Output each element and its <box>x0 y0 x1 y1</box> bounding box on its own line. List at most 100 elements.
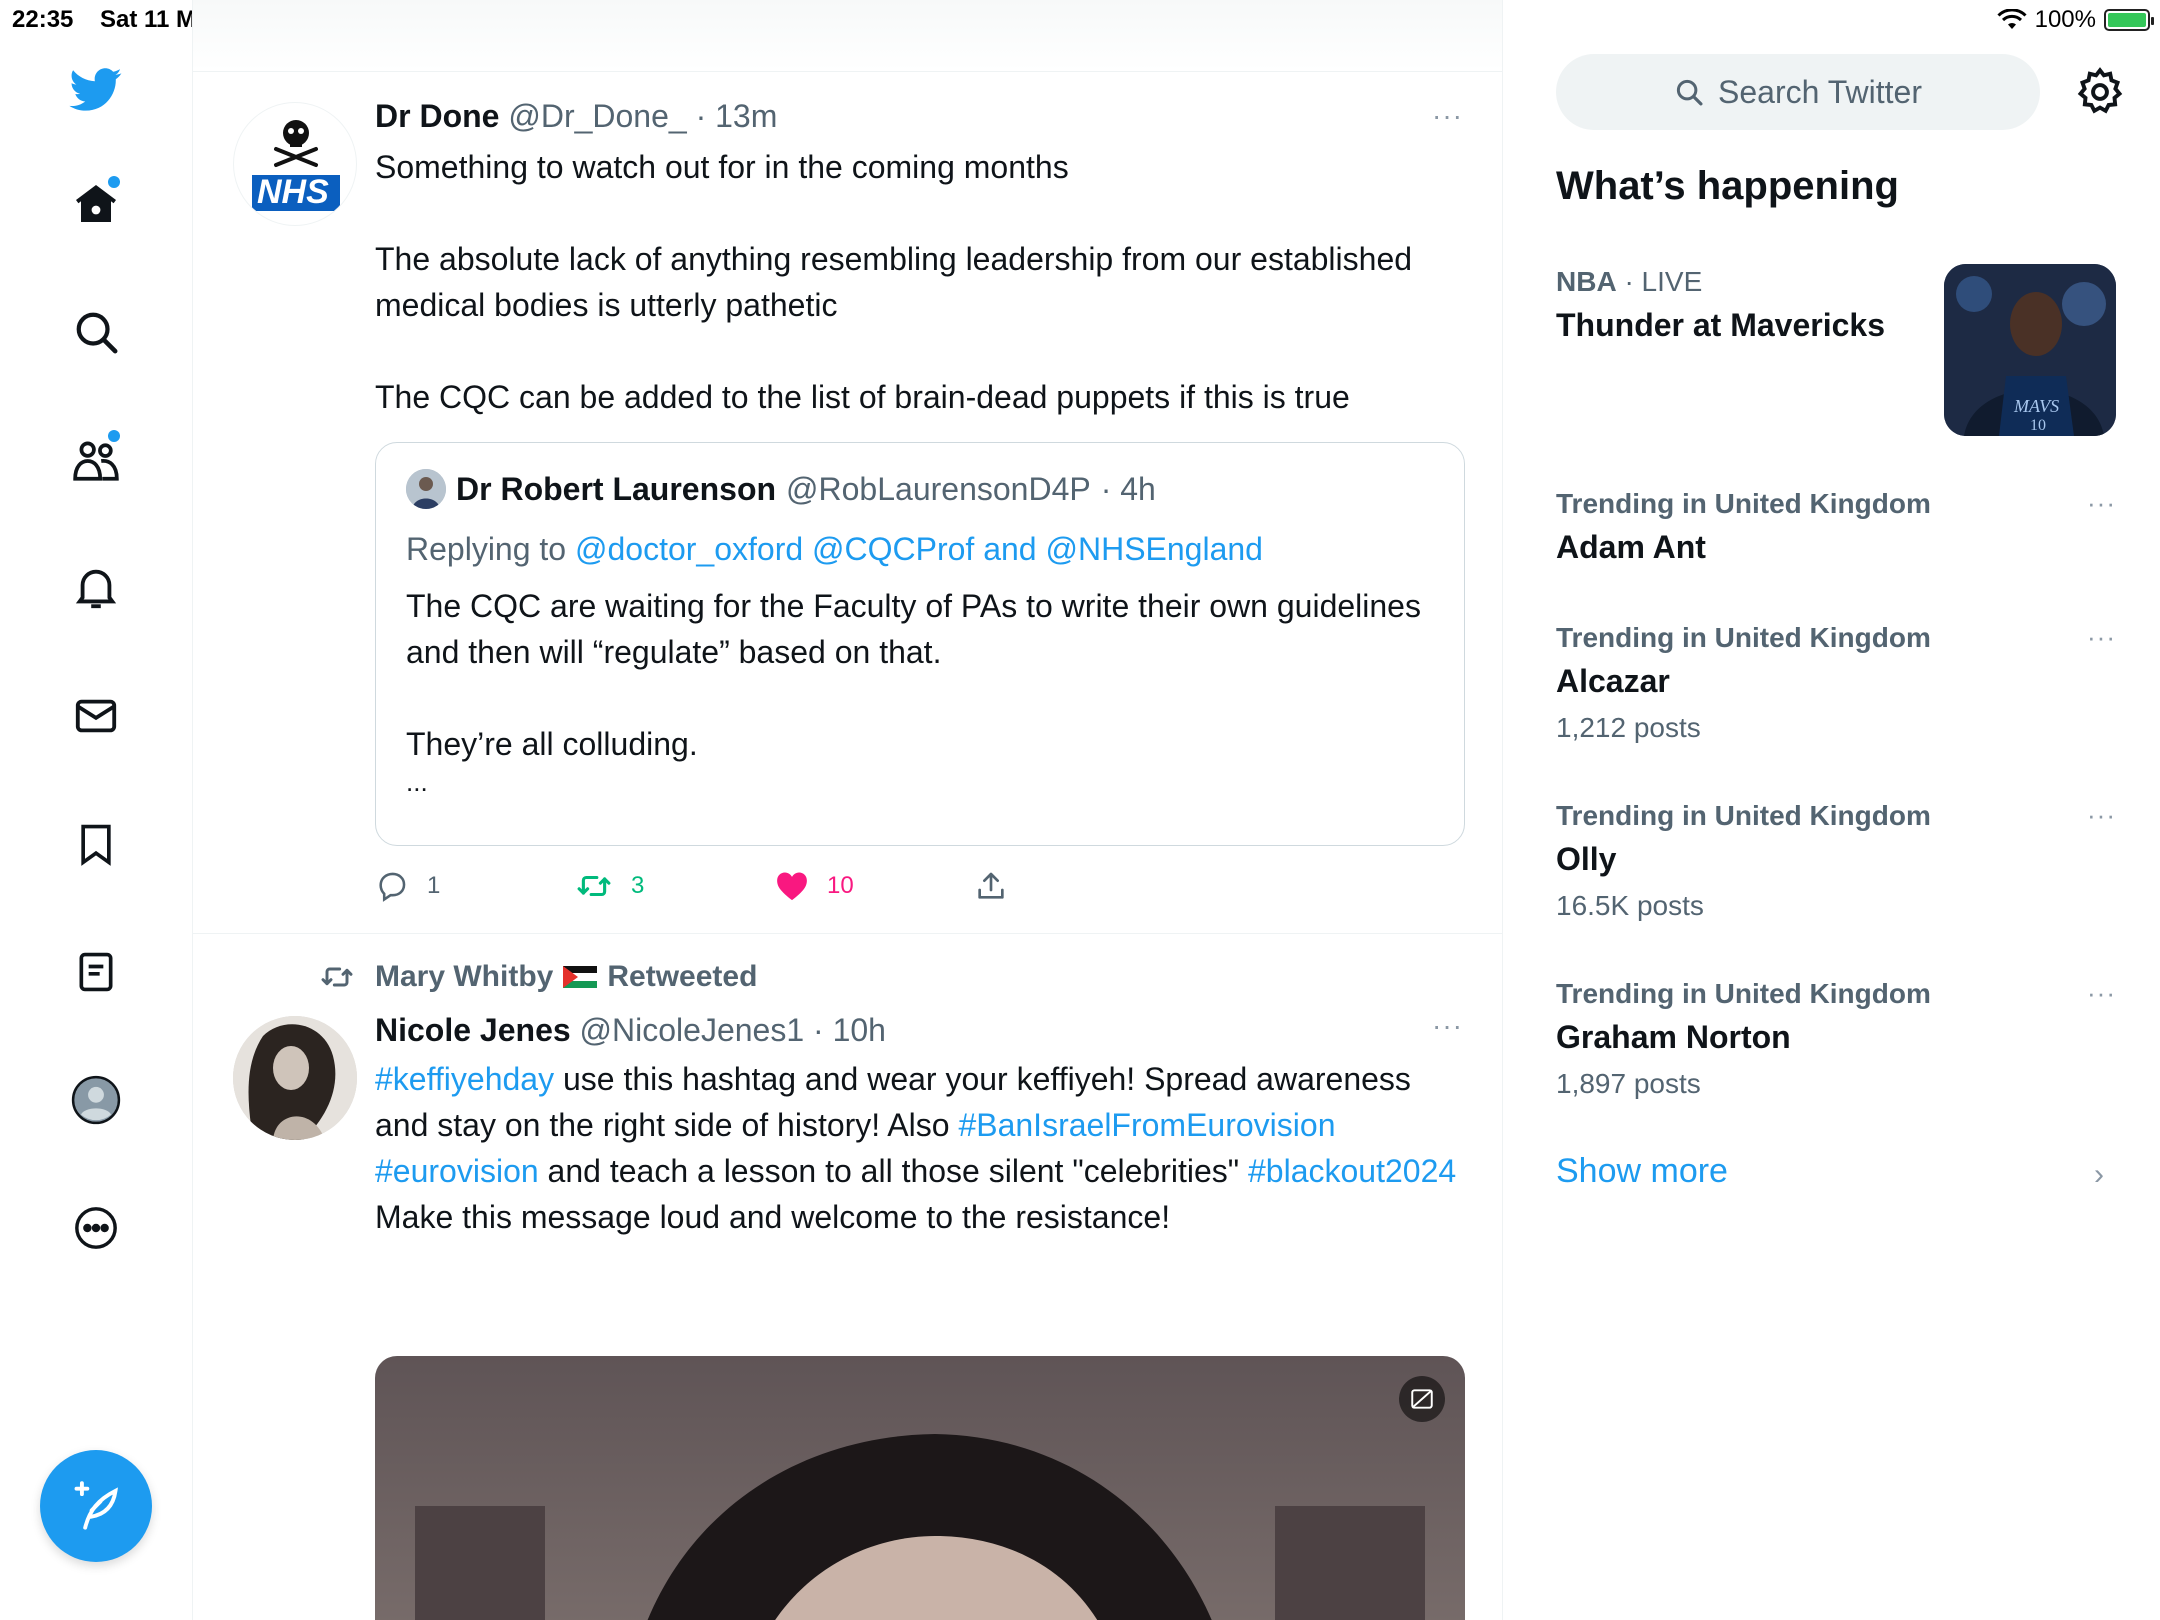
retweet-button[interactable]: 3 <box>575 866 644 906</box>
twitter-logo-icon[interactable] <box>68 64 124 116</box>
sensitive-media-icon[interactable] <box>1399 1376 1445 1422</box>
left-nav <box>0 0 193 1620</box>
retweet-count: 3 <box>631 872 645 899</box>
trend-title: Adam Ant <box>1556 529 1706 565</box>
replying-to-mentions[interactable]: @doctor_oxford @CQCProf and @NHSEngland <box>575 531 1263 567</box>
chevron-right-icon: › <box>2094 1158 2104 1191</box>
reply-icon <box>379 872 406 902</box>
tweet-author-name[interactable]: Nicole Jenes <box>375 1012 571 1048</box>
tweet-more-button[interactable]: ··· <box>1432 100 1463 132</box>
nav-bookmarks-icon[interactable] <box>70 818 122 870</box>
search-placeholder: Search Twitter <box>1718 73 1922 110</box>
search-icon <box>1676 79 1703 106</box>
timeline[interactable]: NHS Dr Done @Dr_Done_ · 13m Something to… <box>193 0 1503 1620</box>
svg-text:10: 10 <box>2030 417 2046 434</box>
quoted-paragraph: They’re all colluding. <box>406 726 698 762</box>
hashtag-banisraelfromeurovision[interactable]: #BanIsraelFromEurovision <box>958 1107 1335 1143</box>
heart-icon <box>777 872 807 901</box>
tweet[interactable]: NHS Dr Done @Dr_Done_ · 13m Something to… <box>193 72 1502 934</box>
hashtag-blackout2024[interactable]: #blackout2024 <box>1248 1153 1456 1189</box>
tweet-text-segment: and teach a lesson to all those silent "… <box>538 1153 1248 1189</box>
tweet-paragraph: The CQC can be added to the list of brai… <box>375 379 1350 415</box>
trend-more-button[interactable]: ··· <box>2087 978 2116 1009</box>
nav-home-icon[interactable] <box>70 176 122 230</box>
replying-to-label: Replying to <box>406 531 567 567</box>
retweeter-name[interactable]: Mary Whitby <box>375 960 553 994</box>
trend-title: Graham Norton <box>1556 1019 1791 1055</box>
tweet-avatar-dr-done[interactable]: NHS <box>233 102 357 226</box>
tweet-author-handle[interactable]: @Dr_Done_ <box>508 98 686 134</box>
show-more-link[interactable]: Show more <box>1556 1152 1728 1191</box>
communities-notification-dot <box>108 430 120 442</box>
tweet-header: Dr Done @Dr_Done_ · 13m <box>375 96 1463 136</box>
share-button[interactable] <box>975 866 1007 906</box>
trend-more-button[interactable]: ··· <box>2087 800 2116 831</box>
trend-item[interactable]: Trending in United Kingdom Olly 16.5K po… <box>1556 798 2116 928</box>
nav-notifications-icon[interactable] <box>70 562 122 614</box>
trend-featured-nba[interactable]: NBA · LIVE Thunder at Mavericks MAVS 10 <box>1556 264 2116 436</box>
search-bar[interactable]: Search Twitter <box>1556 54 2040 130</box>
retweet-icon <box>577 875 611 897</box>
tweet-text-segment: Make this message loud and welcome to th… <box>375 1199 1171 1235</box>
trend-category: NBA <box>1556 266 1617 297</box>
timeline-top-header <box>193 0 1502 72</box>
trend-item[interactable]: Trending in United Kingdom Alcazar 1,212… <box>1556 620 2116 750</box>
hashtag-eurovision[interactable]: #eurovision <box>375 1153 539 1189</box>
tweet-text: Something to watch out for in the coming… <box>375 144 1463 420</box>
tweet-header: Nicole Jenes @NicoleJenes1 · 10h <box>375 1010 1463 1050</box>
quoted-tweet-header: Dr Robert Laurenson @RobLaurensonD4P · 4… <box>406 469 1156 509</box>
trend-meta: Trending in United Kingdom <box>1556 488 1931 519</box>
svg-text:MAVS: MAVS <box>2013 396 2059 416</box>
tweet-time[interactable]: · 10h <box>813 1012 886 1048</box>
nav-explore-icon[interactable] <box>70 306 122 358</box>
trend-title: Olly <box>1556 841 1617 877</box>
reply-button[interactable]: 1 <box>375 866 440 906</box>
trend-item[interactable]: Trending in United Kingdom Graham Norton… <box>1556 976 2116 1106</box>
nav-communities-icon[interactable] <box>70 430 122 486</box>
trend-more-button[interactable]: ··· <box>2087 488 2116 519</box>
like-button[interactable]: 10 <box>775 866 854 906</box>
tweet-time[interactable]: · 13m <box>696 98 778 134</box>
trend-live-status: · LIVE <box>1624 266 1703 297</box>
tweet-actions: 1 3 10 <box>375 866 1275 906</box>
trend-meta: Trending in United Kingdom <box>1556 622 1931 653</box>
quoted-author-avatar <box>406 469 446 509</box>
nav-more-icon[interactable] <box>70 1202 122 1254</box>
retweeted-label: Retweeted <box>607 960 758 993</box>
trend-more-button[interactable]: ··· <box>2087 622 2116 653</box>
share-icon <box>978 872 1004 899</box>
retweet-context-icon <box>321 967 353 987</box>
nhs-logo-text: NHS <box>257 173 329 211</box>
trend-post-count: 1,212 posts <box>1556 712 1701 743</box>
nav-messages-icon[interactable] <box>70 690 122 742</box>
tweet-body: Dr Done @Dr_Done_ · 13m Something to wat… <box>375 96 1463 420</box>
like-count: 10 <box>827 872 854 899</box>
quoted-tweet[interactable]: Dr Robert Laurenson @RobLaurensonD4P · 4… <box>375 442 1465 846</box>
tweet-more-button[interactable]: ··· <box>1432 1010 1463 1042</box>
trend-meta: Trending in United Kingdom <box>1556 800 1931 831</box>
tweet-avatar-nicole-jenes[interactable] <box>233 1016 357 1140</box>
quoted-reply-context: Replying to @doctor_oxford @CQCProf and … <box>406 531 1263 568</box>
right-sidebar: Search Twitter What’s happening NBA · LI… <box>1504 0 2160 1620</box>
hashtag-keffiyehday[interactable]: #keffiyehday <box>375 1061 554 1097</box>
compose-feather-icon <box>74 1481 118 1530</box>
tweet-paragraph: The absolute lack of anything resembling… <box>375 241 1413 323</box>
tweet-paragraph: Something to watch out for in the coming… <box>375 149 1069 185</box>
tweet-video-media[interactable] <box>375 1356 1465 1620</box>
compose-tweet-button[interactable] <box>40 1450 152 1562</box>
trend-meta: Trending in United Kingdom <box>1556 978 1931 1009</box>
trend-item[interactable]: Trending in United Kingdom Adam Ant ··· <box>1556 486 2116 570</box>
trend-title: Alcazar <box>1556 663 1670 699</box>
home-notification-dot <box>108 176 120 188</box>
tweet-author-handle[interactable]: @NicoleJenes1 <box>580 1012 805 1048</box>
reply-count: 1 <box>427 872 441 899</box>
settings-gear-icon[interactable] <box>2074 66 2126 118</box>
nav-lists-icon[interactable] <box>70 946 122 998</box>
retweet-context: Mary Whitby Retweeted <box>317 960 757 994</box>
palestine-flag-icon <box>563 966 598 988</box>
tweet-author-name[interactable]: Dr Done <box>375 98 499 134</box>
nav-profile-avatar[interactable] <box>70 1074 122 1126</box>
whats-happening-heading: What’s happening <box>1556 164 1899 208</box>
trend-post-count: 16.5K posts <box>1556 890 1704 921</box>
quoted-author-name: Dr Robert Laurenson <box>456 470 777 507</box>
